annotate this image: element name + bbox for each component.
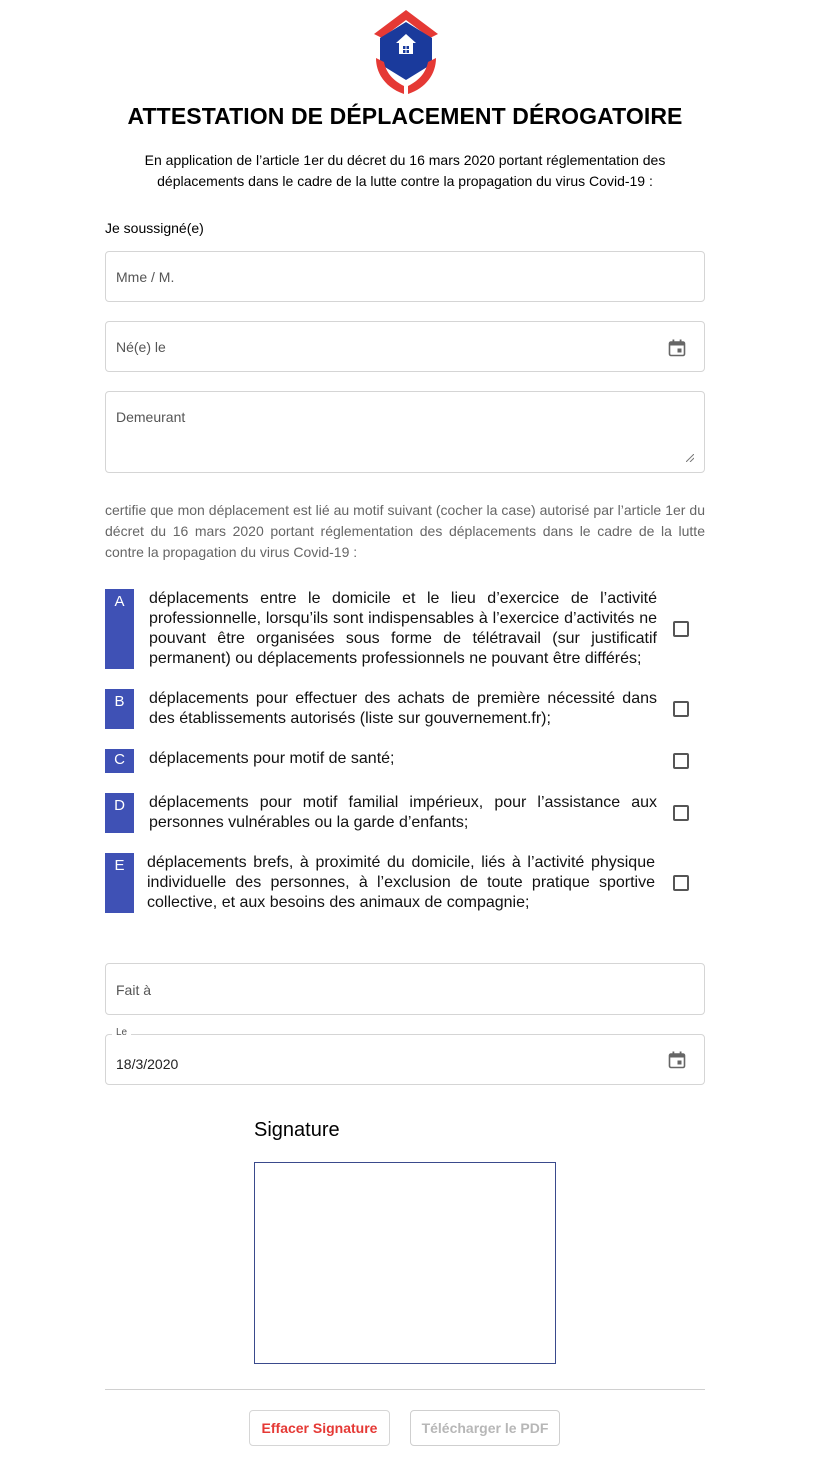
motif-row-b: B déplacements pour effectuer des achats… (105, 689, 705, 729)
address-placeholder: Demeurant (116, 409, 186, 425)
motif-letter-a: A (105, 589, 134, 669)
motif-text-d: déplacements pour motif familial impérie… (149, 794, 657, 831)
motif-checkbox-b[interactable] (673, 701, 689, 717)
date-value: 18/3/2020 (116, 1056, 179, 1072)
name-placeholder: Mme / M. (116, 269, 175, 285)
motif-row-a: A déplacements entre le domicile et le l… (105, 589, 705, 669)
motif-checkbox-d[interactable] (673, 805, 689, 821)
date-label: Le (112, 1027, 132, 1038)
motif-row-e: E déplacements brefs, à proximité du dom… (105, 853, 705, 913)
address-textarea[interactable]: Demeurant (105, 391, 705, 473)
divider (105, 1389, 705, 1390)
birth-date-field[interactable]: Né(e) le (105, 321, 705, 372)
name-field[interactable]: Mme / M. (105, 251, 705, 302)
calendar-icon[interactable] (668, 339, 686, 357)
birth-date-placeholder: Né(e) le (116, 339, 166, 355)
soussigne-label: Je soussigné(e) (105, 220, 204, 236)
signature-title: Signature (254, 1119, 340, 1141)
motif-checkbox-a[interactable] (673, 621, 689, 637)
motif-text-b: déplacements pour effectuer des achats d… (149, 690, 657, 727)
motif-letter-c: C (105, 749, 134, 773)
motif-row-d: D déplacements pour motif familial impér… (105, 793, 705, 833)
motif-text-c: déplacements pour motif de santé; (149, 750, 395, 767)
motif-checkbox-c[interactable] (673, 753, 689, 769)
motif-text-e: déplacements brefs, à proximité du domic… (147, 854, 655, 911)
motif-letter-d: D (105, 793, 134, 833)
house-in-hands-logo (374, 10, 438, 94)
date-field[interactable]: Le 18/3/2020 (105, 1027, 705, 1085)
motif-row-c: C déplacements pour motif de santé; (105, 749, 705, 773)
resize-handle-icon[interactable] (686, 454, 694, 462)
page-title: ATTESTATION DE DÉPLACEMENT DÉROGATOIRE (127, 103, 683, 129)
calendar-icon[interactable] (668, 1051, 686, 1069)
download-pdf-button[interactable]: Télécharger le PDF (410, 1410, 560, 1446)
motif-letter-b: B (105, 689, 134, 729)
motif-letter-e: E (105, 853, 134, 913)
intro-text: En application de l’article 1er du décre… (120, 150, 690, 192)
signature-pad[interactable] (254, 1162, 556, 1364)
fait-a-placeholder: Fait à (116, 982, 152, 998)
certifie-text: certifie que mon déplacement est lié au … (105, 502, 705, 560)
fait-a-field[interactable]: Fait à (105, 963, 705, 1015)
clear-signature-button[interactable]: Effacer Signature (249, 1410, 390, 1446)
intro-line-1: En application de l’article 1er du décre… (144, 152, 666, 168)
motif-checkbox-e[interactable] (673, 875, 689, 891)
motif-text-a: déplacements entre le domicile et le lie… (149, 590, 657, 667)
intro-line-2: déplacements dans le cadre de la lutte c… (157, 173, 653, 189)
